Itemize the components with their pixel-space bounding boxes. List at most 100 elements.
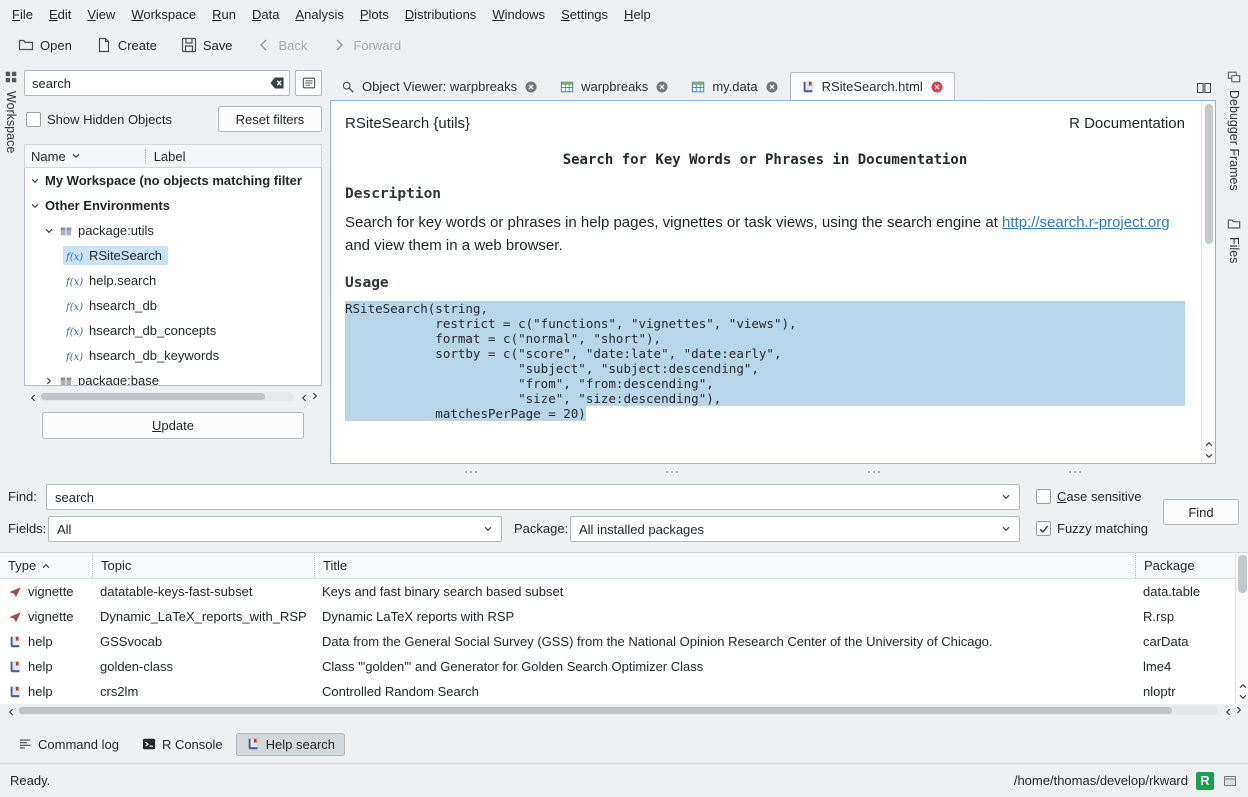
help-page-icon (8, 660, 22, 674)
find-button[interactable]: Find (1163, 499, 1239, 525)
r-engine-status-badge[interactable]: R (1196, 772, 1214, 790)
list-config-icon (302, 76, 316, 90)
forward-button[interactable]: Forward (321, 32, 411, 58)
scroll-up-icon[interactable] (1238, 681, 1248, 691)
tab-object-viewer-warpbreaks[interactable]: Object Viewer: warpbreaks (330, 72, 549, 100)
reset-filters-button[interactable]: Reset filters (218, 106, 322, 132)
expander-down-icon[interactable] (44, 226, 54, 236)
scroll-left-icon[interactable] (1221, 705, 1231, 715)
chevron-down-icon[interactable] (1001, 524, 1011, 534)
scroll-left-icon[interactable] (26, 391, 36, 401)
tree-item-help-search[interactable]: help.search (25, 268, 321, 293)
package-combobox[interactable]: All installed packages (570, 516, 1020, 542)
scroll-down-icon[interactable] (1238, 692, 1248, 702)
object-search-input[interactable] (24, 70, 290, 96)
workspace-dock-tab[interactable]: Workspace (4, 91, 18, 153)
column-header-type[interactable]: Type (0, 553, 92, 578)
debugger-frames-dock-tab[interactable]: Debugger Frames (1227, 90, 1241, 191)
menu-view[interactable]: View (79, 3, 123, 26)
result-row[interactable]: vignette datatable-keys-fast-subset Keys… (0, 579, 1235, 604)
split-view-button[interactable] (1192, 76, 1216, 100)
expander-down-icon[interactable] (30, 176, 40, 186)
close-icon[interactable] (524, 80, 538, 94)
menu-help[interactable]: Help (616, 3, 659, 26)
result-row[interactable]: help golden-class Class '"golden"' and G… (0, 654, 1235, 679)
menu-edit[interactable]: Edit (41, 3, 79, 26)
tree-item-hsearch-db-concepts[interactable]: hsearch_db_concepts (25, 318, 321, 343)
back-button[interactable]: Back (246, 32, 317, 58)
scroll-right-icon[interactable] (310, 391, 320, 401)
help-vertical-scrollbar[interactable] (1201, 101, 1215, 463)
files-dock-tab[interactable]: Files (1227, 237, 1241, 263)
tab-warpbreaks[interactable]: warpbreaks (549, 72, 680, 100)
tab-my-data[interactable]: my.data (680, 72, 789, 100)
menu-settings[interactable]: Settings (553, 3, 616, 26)
r-console-tab[interactable]: R Console (132, 733, 233, 756)
tree-item-my-workspace[interactable]: My Workspace (no objects matching filter (25, 168, 321, 193)
save-button[interactable]: Save (171, 32, 243, 58)
workspace-browser-panel: Show Hidden Objects Reset filters Name L… (22, 62, 330, 474)
scroll-right-icon[interactable] (1234, 705, 1244, 715)
find-combobox[interactable] (46, 484, 1020, 510)
case-sensitive-checkbox[interactable]: Case sensitive (1036, 489, 1142, 504)
tree-column-header[interactable]: Name Label (24, 144, 322, 168)
tree-item-other-environments[interactable]: Other Environments (25, 193, 321, 218)
window-status-icon[interactable] (1222, 773, 1238, 789)
menu-data[interactable]: Data (244, 3, 287, 26)
fields-combobox[interactable]: All (48, 516, 502, 542)
column-header-title[interactable]: Title (314, 553, 1135, 578)
menu-plots[interactable]: Plots (352, 3, 397, 26)
fuzzy-matching-checkbox[interactable]: Fuzzy matching (1036, 521, 1148, 536)
menu-workspace[interactable]: Workspace (123, 3, 204, 26)
clear-search-icon[interactable] (269, 75, 285, 91)
main-toolbar: Open Create Save Back Forward (0, 28, 1248, 62)
results-horizontal-scrollbar[interactable] (0, 704, 1248, 716)
column-header-package[interactable]: Package (1135, 553, 1235, 578)
scrollbar-thumb[interactable] (1238, 555, 1247, 593)
close-icon[interactable] (765, 80, 779, 94)
checkbox-box (26, 112, 41, 127)
filter-options-button[interactable] (295, 70, 322, 96)
result-row[interactable]: help crs2lm Controlled Random Search nlo… (0, 679, 1235, 704)
close-icon[interactable] (655, 80, 669, 94)
tree-item-rsitesearch[interactable]: RSiteSearch (25, 243, 321, 268)
menu-file[interactable]: File (4, 3, 41, 26)
menu-distributions[interactable]: Distributions (397, 3, 485, 26)
chevron-down-icon[interactable] (483, 524, 493, 534)
close-red-icon[interactable] (930, 80, 944, 94)
scrollbar-thumb[interactable] (19, 707, 1172, 714)
command-log-tab[interactable]: Command log (8, 733, 129, 756)
results-vertical-scrollbar[interactable] (1235, 553, 1248, 704)
scrollbar-thumb[interactable] (1205, 104, 1213, 244)
help-search-tab[interactable]: Help search (236, 733, 345, 756)
show-hidden-objects-checkbox[interactable]: Show Hidden Objects (26, 112, 172, 127)
menu-windows[interactable]: Windows (484, 3, 553, 26)
scroll-up-icon[interactable] (1204, 439, 1214, 449)
search-r-project-link[interactable]: http://search.r-project.org (1002, 214, 1170, 231)
expander-down-icon[interactable] (30, 201, 40, 211)
tree-item-package-utils[interactable]: package:utils (25, 218, 321, 243)
horizontal-splitter[interactable] (330, 464, 1216, 473)
column-header-topic[interactable]: Topic (92, 553, 314, 578)
tab-rsitesearch-html[interactable]: RSiteSearch.html (790, 72, 955, 100)
chevron-down-icon[interactable] (1001, 492, 1011, 502)
result-row[interactable]: help GSSvocab Data from the General Soci… (0, 629, 1235, 654)
tree-item-hsearch-db[interactable]: hsearch_db (25, 293, 321, 318)
scroll-down-icon[interactable] (1204, 451, 1214, 461)
table-icon (691, 80, 705, 94)
tree-horizontal-scrollbar[interactable] (26, 390, 320, 402)
working-directory-path: /home/thomas/develop/rkward (1014, 773, 1188, 788)
menu-run[interactable]: Run (204, 3, 244, 26)
result-row[interactable]: vignette Dynamic_LaTeX_reports_with_RSP … (0, 604, 1235, 629)
find-input[interactable] (55, 490, 1001, 505)
expander-right-icon[interactable] (44, 376, 54, 386)
create-button[interactable]: Create (86, 32, 167, 58)
scroll-left-icon[interactable] (297, 391, 307, 401)
update-button[interactable]: Update (42, 412, 304, 439)
menu-analysis[interactable]: Analysis (287, 3, 351, 26)
open-button[interactable]: Open (8, 32, 82, 58)
scrollbar-thumb[interactable] (41, 393, 265, 400)
scroll-left-icon[interactable] (4, 705, 14, 715)
tree-item-package-base[interactable]: package:base (25, 368, 321, 386)
tree-item-hsearch-db-keywords[interactable]: hsearch_db_keywords (25, 343, 321, 368)
